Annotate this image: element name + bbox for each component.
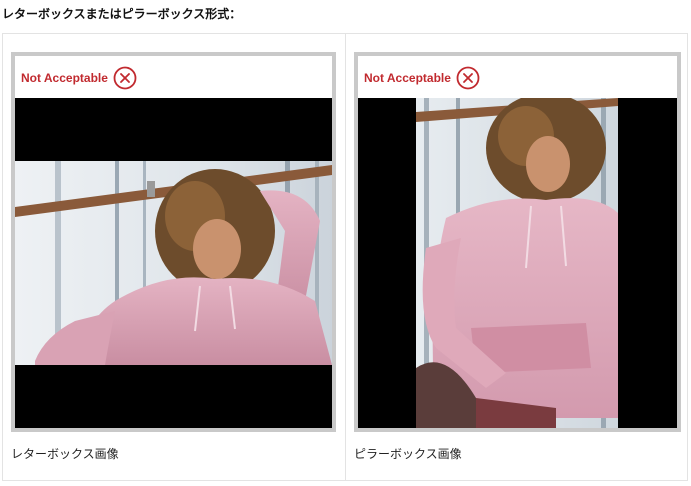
letterbox-preview-frame: Not Acceptable (11, 52, 336, 432)
pillarbox-preview-frame: Not Acceptable (354, 52, 681, 432)
x-circle-icon (113, 66, 137, 90)
status-label: Not Acceptable (21, 71, 108, 85)
letterbox-canvas (15, 98, 332, 428)
examples-table: Not Acceptable レターボックス画像 Not Acceptable … (2, 33, 688, 481)
x-circle-icon (456, 66, 480, 90)
status-indicator: Not Acceptable (21, 65, 137, 91)
pillarbox-caption: ピラーボックス画像 (354, 447, 462, 461)
page: レターボックスまたはピラーボックス形式： Not Acceptable レターボ… (0, 0, 691, 486)
letterbox-caption: レターボックス画像 (11, 447, 119, 461)
pillarbox-canvas (358, 98, 677, 428)
letterbox-example-cell: Not Acceptable レターボックス画像 (3, 34, 346, 480)
status-label: Not Acceptable (364, 71, 451, 85)
product-photo (416, 98, 618, 428)
section-heading: レターボックスまたはピラーボックス形式： (2, 7, 242, 21)
status-indicator: Not Acceptable (364, 65, 480, 91)
pillarbox-example-cell: Not Acceptable ピラーボックス画像 (346, 34, 687, 480)
product-photo (15, 161, 332, 365)
